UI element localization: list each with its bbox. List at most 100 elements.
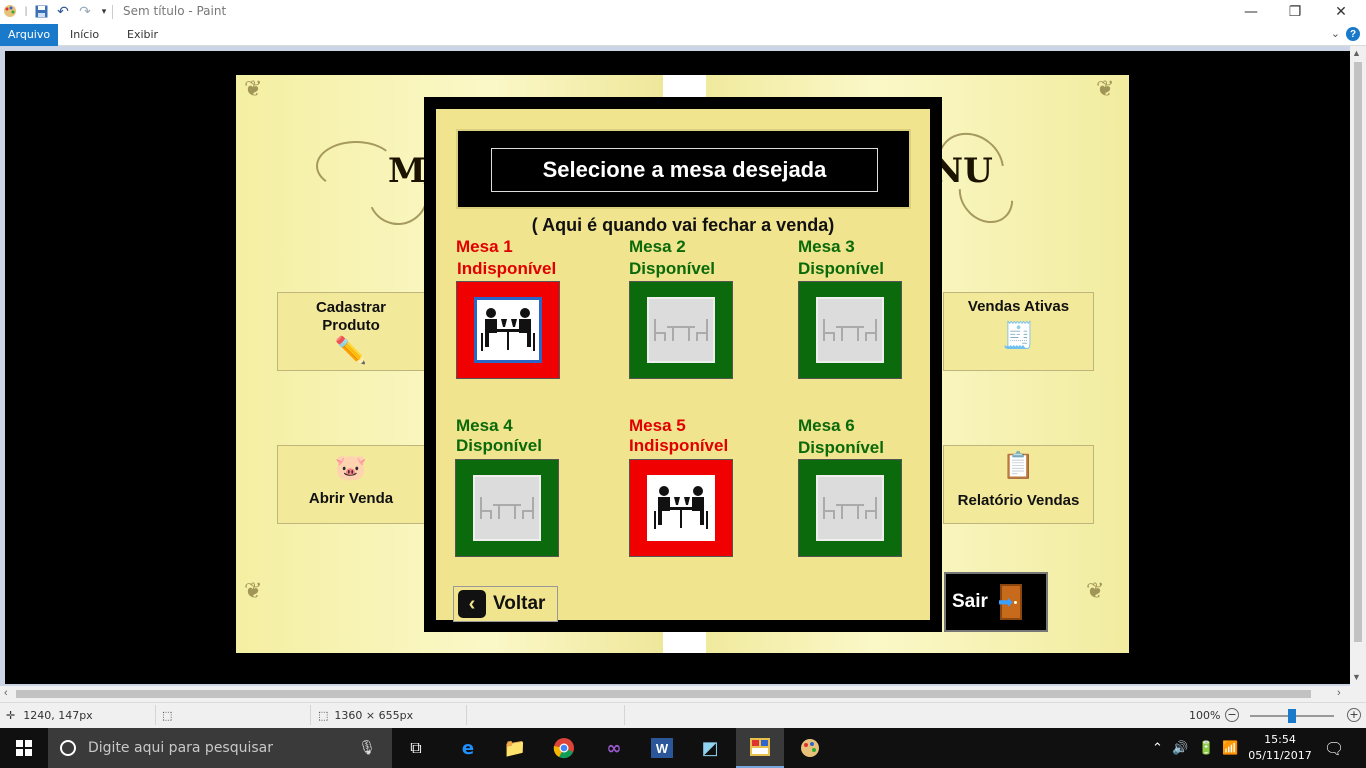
- paint-workspace: ❦ ❦ ❦ ❦ ME NU Cadastrar Produto ✏️ 🐷 Abr…: [0, 46, 1366, 686]
- image-size-value: 1360 × 655px: [334, 709, 414, 722]
- selection-icon: ⬚: [162, 709, 173, 722]
- mesa-2-name: Mesa 2: [629, 237, 686, 256]
- pencil-add-icon: ✏️: [334, 335, 368, 365]
- status-bar: ✛ 1240, 147px ⬚ ⬚ 1360 × 655px 100% − +: [0, 702, 1366, 728]
- dialog-header: Selecione a mesa desejada: [456, 129, 911, 209]
- separator-icon: |: [24, 5, 28, 17]
- zoom-in-button[interactable]: +: [1347, 708, 1361, 722]
- mesa-1-name: Mesa 1: [456, 237, 513, 256]
- task-view-icon[interactable]: ⧉: [392, 728, 440, 768]
- horizontal-scrollbar[interactable]: ‹ ›: [0, 686, 1350, 702]
- ornament-icon: ❦: [1096, 77, 1115, 102]
- empty-table-icon: [816, 475, 884, 541]
- undo-icon[interactable]: ↶: [55, 3, 71, 19]
- clock-date: 05/11/2017: [1248, 749, 1312, 762]
- scroll-right-icon[interactable]: ›: [1337, 687, 1341, 699]
- sair-button[interactable]: Sair ➡: [944, 572, 1048, 632]
- empty-table-icon: [816, 297, 884, 363]
- paint-canvas[interactable]: ❦ ❦ ❦ ❦ ME NU Cadastrar Produto ✏️ 🐷 Abr…: [5, 51, 1350, 684]
- exit-arrow-icon: ➡: [998, 592, 1014, 612]
- close-button[interactable]: ✕: [1318, 0, 1364, 24]
- paint-app-icon[interactable]: [2, 3, 18, 19]
- maximize-button[interactable]: ❐: [1272, 0, 1318, 24]
- zoom-level: 100%: [1189, 709, 1220, 722]
- ribbon-tabs: Arquivo Início Exibir ⌄ ?: [0, 24, 1366, 46]
- ornament-icon: ❦: [1086, 579, 1105, 604]
- paint-taskbar-icon[interactable]: [786, 728, 834, 768]
- relatorio-vendas-button[interactable]: 📋 Relatório Vendas: [943, 445, 1094, 524]
- volume-icon[interactable]: 🔊: [1172, 728, 1188, 768]
- collapse-ribbon-icon[interactable]: ⌄: [1331, 27, 1340, 40]
- crosshair-icon: ✛: [6, 709, 16, 722]
- tab-inicio[interactable]: Início: [62, 24, 107, 46]
- zoom-out-button[interactable]: −: [1225, 708, 1239, 722]
- action-center-icon[interactable]: 🗨: [1324, 728, 1344, 768]
- scroll-up-icon[interactable]: ▲: [1352, 48, 1361, 58]
- horizontal-scroll-thumb[interactable]: [16, 690, 1311, 698]
- vertical-scrollbar[interactable]: ▲ ▼: [1350, 46, 1366, 686]
- status-divider: [310, 705, 311, 725]
- mesa-3-tile[interactable]: [798, 281, 902, 379]
- microphone-icon[interactable]: 🎙: [358, 740, 376, 756]
- abrir-venda-button[interactable]: 🐷 Abrir Venda: [277, 445, 425, 524]
- vendas-ativas-button[interactable]: Vendas Ativas 🧾: [943, 292, 1094, 371]
- word-icon[interactable]: W: [638, 728, 686, 768]
- piggy-bank-icon: 🐷: [334, 452, 368, 482]
- mesa-5-status: Indisponível: [629, 436, 729, 455]
- taskbar-clock[interactable]: 15:54 05/11/2017: [1240, 732, 1320, 764]
- scroll-corner: [1350, 686, 1366, 702]
- voltar-button[interactable]: ‹ Voltar: [453, 586, 558, 622]
- customize-toolbar-icon[interactable]: ▾: [96, 3, 112, 19]
- file-explorer-icon[interactable]: 📁: [491, 728, 539, 768]
- card-machine-icon: 🧾: [1002, 320, 1035, 350]
- clock-time: 15:54: [1264, 733, 1296, 746]
- taskbar-search-box[interactable]: Digite aqui para pesquisar 🎙: [48, 728, 392, 768]
- edge-icon[interactable]: e: [444, 728, 492, 768]
- title-bar: | ↶ ↷ ▾ Sem título - Paint — ❐ ✕: [0, 0, 1366, 24]
- help-icon[interactable]: ?: [1346, 27, 1360, 41]
- app-icon[interactable]: ◩: [686, 728, 734, 768]
- windows-logo-icon: [16, 740, 32, 756]
- zoom-slider-handle[interactable]: [1288, 709, 1296, 723]
- voltar-label: Voltar: [493, 593, 546, 614]
- windows-taskbar: Digite aqui para pesquisar 🎙 ⧉ e 📁 ∞ W ◩…: [0, 728, 1366, 768]
- scroll-left-icon[interactable]: ‹: [4, 687, 8, 699]
- chrome-icon[interactable]: [540, 728, 588, 768]
- scroll-down-icon[interactable]: ▼: [1352, 672, 1361, 682]
- title-separator: [112, 5, 113, 19]
- visual-studio-icon[interactable]: ∞: [590, 728, 638, 768]
- mesa-6-tile[interactable]: [798, 459, 902, 557]
- status-divider: [624, 705, 625, 725]
- mesa-4-tile[interactable]: [455, 459, 559, 557]
- image-size: ⬚ 1360 × 655px: [318, 709, 413, 722]
- taskbar-search-placeholder: Digite aqui para pesquisar: [88, 740, 274, 756]
- save-icon[interactable]: [33, 3, 49, 19]
- cadastrar-produto-button[interactable]: Cadastrar Produto ✏️: [277, 292, 425, 371]
- dialog-body: Selecione a mesa desejada ( Aqui é quand…: [436, 109, 930, 622]
- cursor-position: ✛ 1240, 147px: [6, 709, 93, 722]
- relatorio-vendas-label: Relatório Vendas: [957, 492, 1080, 509]
- cadastrar-produto-label: Cadastrar Produto: [315, 299, 387, 334]
- back-chevron-icon: ‹: [458, 590, 486, 618]
- abrir-venda-label: Abrir Venda: [308, 490, 394, 507]
- vertical-scroll-thumb[interactable]: [1354, 62, 1362, 642]
- mesa-5-name: Mesa 5: [629, 416, 686, 435]
- mesa-1-tile[interactable]: [456, 281, 560, 379]
- battery-icon[interactable]: 🔋: [1198, 728, 1214, 768]
- svg-text:W: W: [656, 741, 669, 756]
- tab-arquivo[interactable]: Arquivo: [0, 24, 59, 46]
- wifi-icon[interactable]: 📶: [1222, 728, 1238, 768]
- mesa-2-tile[interactable]: [629, 281, 733, 379]
- minimize-button[interactable]: —: [1228, 0, 1274, 24]
- show-hidden-icons[interactable]: ⌃: [1152, 728, 1163, 768]
- mesa-1-status: Indisponível: [457, 259, 557, 278]
- redo-icon[interactable]: ↷: [77, 3, 93, 19]
- tab-exibir[interactable]: Exibir: [119, 24, 166, 46]
- image-size-icon: ⬚: [318, 709, 329, 722]
- mesa-4-status: Disponível: [456, 436, 542, 455]
- occupied-table-icon: [474, 297, 542, 363]
- zoom-level-value: 100%: [1189, 709, 1221, 722]
- winforms-app-icon[interactable]: [736, 728, 784, 768]
- mesa-5-tile[interactable]: [629, 459, 733, 557]
- start-button[interactable]: [0, 728, 48, 768]
